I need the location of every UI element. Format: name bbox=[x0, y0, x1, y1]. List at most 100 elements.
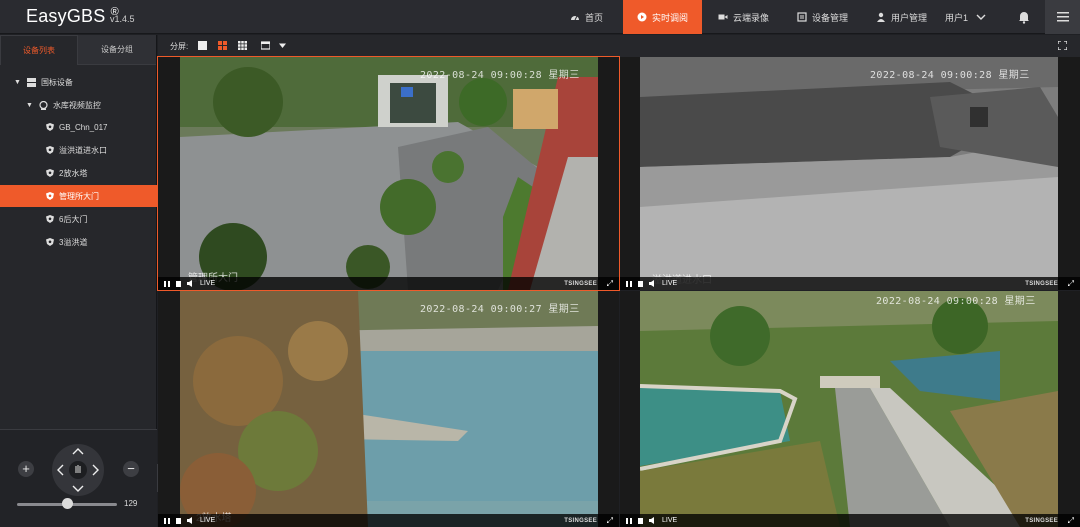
split-label: 分屏: bbox=[170, 42, 189, 51]
arrow-down-icon[interactable] bbox=[72, 485, 84, 493]
video-cell-1[interactable]: 2022-08-24 09:00:28 星期三 管理所大门 LIVE TSING… bbox=[157, 56, 620, 291]
live-badge: LIVE bbox=[662, 280, 678, 287]
video-cell-3[interactable]: 2022-08-24 09:00:27 星期三 2放水塔 LIVE TSINGS… bbox=[158, 291, 619, 527]
volume-icon[interactable] bbox=[187, 517, 194, 524]
pause-icon-bar bbox=[168, 280, 170, 287]
video-control-bar: LIVE TSINGSEE ⤢ bbox=[158, 514, 619, 527]
bell-icon[interactable] bbox=[1017, 10, 1031, 24]
ptz-hand-icon bbox=[75, 465, 81, 473]
server-icon bbox=[26, 77, 36, 87]
expand-icon[interactable]: ⤢ bbox=[607, 516, 613, 526]
user-icon bbox=[877, 12, 885, 22]
zoom-out-button[interactable]: − bbox=[123, 461, 139, 477]
zoom-in-button[interactable]: + bbox=[18, 461, 34, 477]
video-control-bar: LIVE TSINGSEE ⤢ bbox=[158, 277, 619, 290]
ptz-speed-slider-knob[interactable] bbox=[62, 498, 73, 509]
video-frame bbox=[620, 57, 1080, 290]
tree-channel[interactable]: 3溢洪道 bbox=[0, 231, 157, 253]
channel-shield-icon bbox=[46, 238, 54, 246]
fullscreen-icon[interactable] bbox=[1058, 41, 1067, 50]
tree-channel[interactable]: 2放水塔 bbox=[0, 162, 157, 184]
hamburger-icon bbox=[1056, 12, 1069, 22]
live-badge: LIVE bbox=[200, 280, 216, 287]
pause-icon[interactable] bbox=[626, 280, 628, 287]
volume-icon[interactable] bbox=[649, 517, 656, 524]
arrow-right-icon[interactable] bbox=[92, 464, 100, 476]
caret-down-icon: ▼ bbox=[26, 101, 33, 109]
tab-device-group[interactable]: 设备分组 bbox=[78, 35, 156, 65]
device-list-icon bbox=[797, 12, 807, 22]
video-camera-icon bbox=[718, 14, 728, 20]
pause-icon-bar bbox=[630, 517, 632, 524]
video-timestamp: 2022-08-24 09:00:28 星期三 bbox=[870, 70, 1030, 81]
live-badge: LIVE bbox=[662, 517, 678, 524]
sidebar: 设备列表 设备分组 ▼ 国标设备 ▼ 水库视频监控 GB_Chn_017 溢洪道… bbox=[0, 35, 157, 527]
tsingsee-logo: TSINGSEE bbox=[564, 517, 597, 524]
split-9-icon[interactable] bbox=[238, 41, 247, 50]
tree-channel-selected[interactable]: 管理所大门 bbox=[0, 185, 157, 207]
tree-channel[interactable]: GB_Chn_017 bbox=[0, 116, 157, 138]
split-more-icon[interactable] bbox=[261, 41, 270, 50]
arrow-up-icon[interactable] bbox=[72, 447, 84, 455]
volume-icon[interactable] bbox=[187, 280, 194, 287]
pause-icon[interactable] bbox=[164, 280, 166, 287]
user-menu[interactable]: 用户1 bbox=[945, 0, 1005, 34]
dashboard-icon bbox=[571, 15, 579, 21]
camera-node-icon bbox=[39, 100, 48, 110]
video-frame bbox=[158, 291, 619, 527]
play-circle-icon bbox=[637, 12, 647, 22]
video-timestamp: 2022-08-24 09:00:27 星期三 bbox=[420, 304, 580, 315]
video-cell-4[interactable]: 2022-08-24 09:00:28 星期三 LIVE TSINGSEE ⤢ bbox=[620, 291, 1080, 527]
channel-shield-icon bbox=[46, 169, 54, 177]
video-cell-2[interactable]: 2022-08-24 09:00:28 星期三 溢洪道进水口 LIVE TSIN… bbox=[620, 57, 1080, 290]
tree-node-root[interactable]: ▼ 国标设备 bbox=[0, 71, 157, 93]
tsingsee-logo: TSINGSEE bbox=[564, 280, 597, 287]
nav-user-manage[interactable]: 用户管理 bbox=[876, 0, 936, 34]
ptz-panel: + − 129 bbox=[0, 429, 157, 527]
stop-icon[interactable] bbox=[638, 280, 643, 287]
nav-cloud-record[interactable]: 云端录像 bbox=[718, 0, 788, 34]
pause-icon-bar bbox=[168, 517, 170, 524]
split-1-icon[interactable] bbox=[198, 41, 207, 50]
ptz-speed-value: 129 bbox=[124, 499, 138, 508]
expand-icon[interactable]: ⤢ bbox=[607, 279, 613, 289]
video-frame bbox=[620, 291, 1080, 527]
video-control-bar: LIVE TSINGSEE ⤢ bbox=[620, 277, 1080, 290]
tab-device-list[interactable]: 设备列表 bbox=[0, 35, 78, 65]
video-timestamp: 2022-08-24 09:00:28 星期三 bbox=[876, 296, 1036, 307]
volume-icon[interactable] bbox=[649, 280, 656, 287]
sidebar-tabs: 设备列表 设备分组 bbox=[0, 35, 157, 65]
caret-down-icon[interactable] bbox=[278, 41, 287, 50]
expand-icon[interactable]: ⤢ bbox=[1068, 516, 1074, 526]
tsingsee-logo: TSINGSEE bbox=[1025, 517, 1058, 524]
pause-icon[interactable] bbox=[164, 517, 166, 524]
menu-button[interactable] bbox=[1045, 0, 1080, 34]
tsingsee-logo: TSINGSEE bbox=[1025, 280, 1058, 287]
stop-icon[interactable] bbox=[176, 517, 181, 524]
tree-node-group[interactable]: ▼ 水库视频监控 bbox=[0, 94, 157, 116]
chevron-down-icon bbox=[976, 14, 986, 20]
pause-icon[interactable] bbox=[626, 517, 628, 524]
video-control-bar: LIVE TSINGSEE ⤢ bbox=[620, 514, 1080, 527]
arrow-left-icon[interactable] bbox=[56, 464, 64, 476]
video-frame bbox=[158, 57, 619, 290]
video-timestamp: 2022-08-24 09:00:28 星期三 bbox=[420, 70, 580, 81]
channel-shield-icon bbox=[46, 215, 54, 223]
stop-icon[interactable] bbox=[176, 280, 181, 287]
channel-shield-icon bbox=[46, 192, 54, 200]
channel-shield-icon bbox=[46, 123, 54, 131]
split-4-icon[interactable] bbox=[218, 41, 227, 50]
brand-logo[interactable]: EasyGBS ® bbox=[26, 6, 119, 27]
stop-icon[interactable] bbox=[638, 517, 643, 524]
nav-device-manage[interactable]: 设备管理 bbox=[797, 0, 872, 34]
channel-shield-icon bbox=[46, 146, 54, 154]
top-navbar: EasyGBS ® v1.4.5 首页 实时调阅 云端录像 设备管理 用户管理 … bbox=[0, 0, 1080, 34]
expand-icon[interactable]: ⤢ bbox=[1068, 279, 1074, 289]
app-version: v1.4.5 bbox=[110, 14, 135, 24]
tree-channel[interactable]: 溢洪道进水口 bbox=[0, 139, 157, 161]
ptz-center-button[interactable] bbox=[69, 461, 87, 479]
nav-home[interactable]: 首页 bbox=[570, 0, 618, 34]
nav-live-view[interactable]: 实时调阅 bbox=[623, 0, 702, 34]
split-toolbar: 分屏: bbox=[158, 35, 1080, 57]
tree-channel[interactable]: 6后大门 bbox=[0, 208, 157, 230]
